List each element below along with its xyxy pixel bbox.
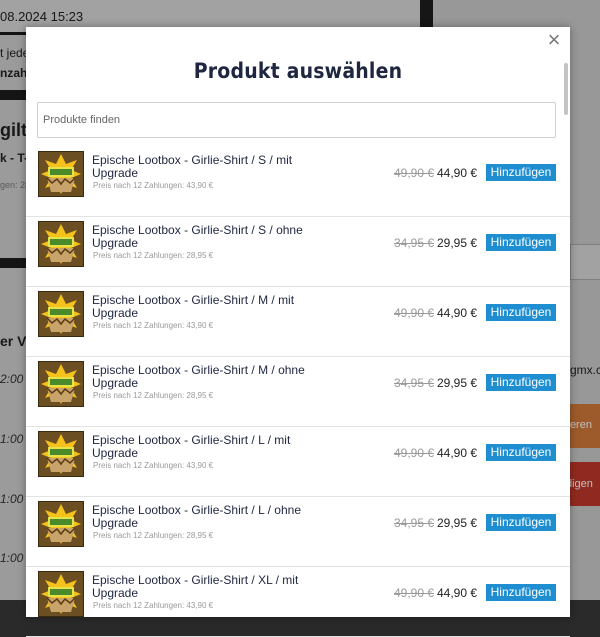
add-product-button[interactable]: Hinzufügen <box>486 584 556 601</box>
original-price: 49,90 € <box>394 586 435 600</box>
sale-price: 44,90 € <box>437 166 478 180</box>
close-icon[interactable]: × <box>544 29 564 51</box>
sale-price: 44,90 € <box>437 586 478 600</box>
installment-price: Preis nach 12 Zahlungen: 43,90 € <box>93 461 214 470</box>
product-row: Epische Lootbox - Girlie-Shirt / L / mit… <box>26 427 570 497</box>
lootbox-image <box>38 571 84 617</box>
sale-price: 44,90 € <box>437 446 478 460</box>
product-row: Epische Lootbox - Girlie-Shirt / S / mit… <box>26 147 570 217</box>
original-price: 49,90 € <box>394 306 435 320</box>
lootbox-image <box>38 221 84 267</box>
installment-price: Preis nach 12 Zahlungen: 28,95 € <box>93 531 214 540</box>
product-row: Epische Lootbox - Girlie-Shirt / XL / mi… <box>26 567 570 637</box>
product-row: Epische Lootbox - Girlie-Shirt / M / ohn… <box>26 357 570 427</box>
dialog-title: Produkt auswählen <box>193 59 403 83</box>
lootbox-image <box>38 501 84 547</box>
installment-price: Preis nach 12 Zahlungen: 28,95 € <box>93 391 214 400</box>
original-price: 49,90 € <box>394 446 435 460</box>
product-name: Epische Lootbox - Girlie-Shirt / L / mit… <box>92 433 291 460</box>
sale-price: 29,95 € <box>437 516 478 530</box>
lootbox-image <box>38 431 84 477</box>
product-name: Epische Lootbox - Girlie-Shirt / S / mit… <box>92 153 293 180</box>
product-search-input[interactable] <box>37 102 556 138</box>
sale-price: 29,95 € <box>437 376 478 390</box>
original-price: 34,95 € <box>394 376 435 390</box>
sale-price: 29,95 € <box>437 236 478 250</box>
installment-price: Preis nach 12 Zahlungen: 43,90 € <box>93 601 214 610</box>
installment-price: Preis nach 12 Zahlungen: 28,95 € <box>93 251 214 260</box>
product-name: Epische Lootbox - Girlie-Shirt / L / ohn… <box>92 503 301 530</box>
product-row: Epische Lootbox - Girlie-Shirt / L / ohn… <box>26 497 570 567</box>
product-name: Epische Lootbox - Girlie-Shirt / M / mit… <box>92 293 295 320</box>
product-row: Epische Lootbox - Girlie-Shirt / M / mit… <box>26 287 570 357</box>
lootbox-image <box>38 151 84 197</box>
product-list: Epische Lootbox - Girlie-Shirt / S / mit… <box>26 147 570 637</box>
add-product-button[interactable]: Hinzufügen <box>486 304 556 321</box>
add-product-button[interactable]: Hinzufügen <box>486 374 556 391</box>
original-price: 34,95 € <box>394 236 435 250</box>
add-product-button[interactable]: Hinzufügen <box>486 164 556 181</box>
product-name: Epische Lootbox - Girlie-Shirt / XL / mi… <box>92 573 299 600</box>
add-product-button[interactable]: Hinzufügen <box>486 234 556 251</box>
lootbox-image <box>38 291 84 337</box>
original-price: 34,95 € <box>394 516 435 530</box>
lootbox-image <box>38 361 84 407</box>
product-row: Epische Lootbox - Girlie-Shirt / S / ohn… <box>26 217 570 287</box>
product-select-dialog: × Produkt auswählen Epische Lootbox - Gi… <box>26 27 570 637</box>
installment-price: Preis nach 12 Zahlungen: 43,90 € <box>93 181 214 190</box>
original-price: 49,90 € <box>394 166 435 180</box>
sale-price: 44,90 € <box>437 306 478 320</box>
product-name: Epische Lootbox - Girlie-Shirt / S / ohn… <box>92 223 303 250</box>
installment-price: Preis nach 12 Zahlungen: 43,90 € <box>93 321 214 330</box>
add-product-button[interactable]: Hinzufügen <box>486 514 556 531</box>
add-product-button[interactable]: Hinzufügen <box>486 444 556 461</box>
product-name: Epische Lootbox - Girlie-Shirt / M / ohn… <box>92 363 305 390</box>
